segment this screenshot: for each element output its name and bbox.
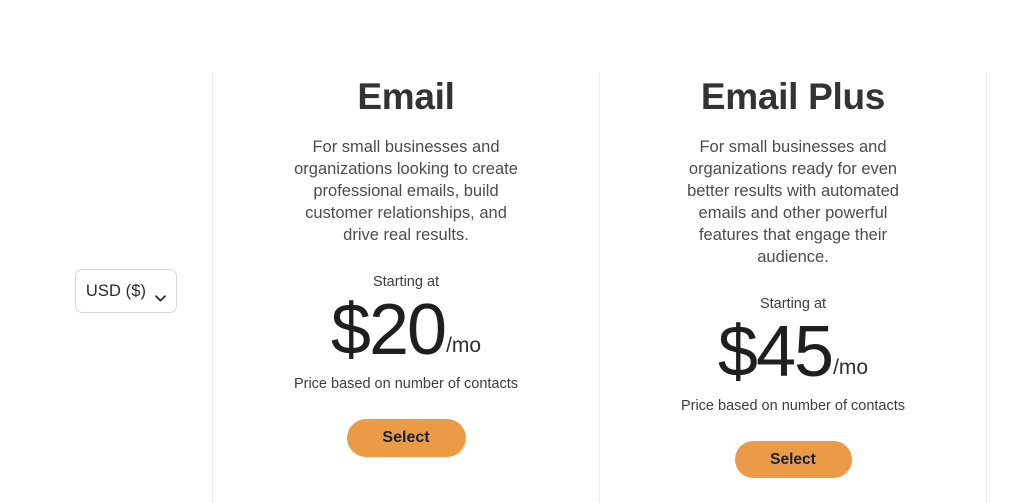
currency-selector-value: USD ($) [85,281,147,300]
starting-at-label: Starting at [372,274,440,290]
price-note: Price based on number of contacts [293,375,519,392]
chevron-down-icon [155,289,166,301]
plan-card-email: Email For small businesses and organizat… [213,72,599,503]
select-button[interactable]: Select [734,441,852,479]
currency-selector-wrap: USD ($) [75,269,177,313]
plan-price: $45 /mo [717,311,869,392]
price-amount: $20 [330,289,447,370]
currency-selector[interactable]: USD ($) [75,269,177,313]
plan-columns: Email For small businesses and organizat… [212,72,987,503]
select-button[interactable]: Select [346,419,466,458]
plan-title: Email [357,76,455,117]
plan-title: Email Plus [700,76,886,117]
pricing-table: USD ($) Email For small businesses and o… [0,0,1024,503]
plan-price: $20 /mo [330,289,482,370]
price-note: Price based on number of contacts [680,397,906,414]
plan-description: For small businesses and organizations r… [687,138,899,266]
starting-at-label: Starting at [759,296,827,312]
price-period: /mo [833,355,869,379]
plan-card-email-plus: Email Plus For small businesses and orga… [599,72,986,503]
price-amount: $45 [717,311,834,392]
price-period: /mo [446,333,482,357]
plan-description: For small businesses and organizations l… [294,138,518,244]
